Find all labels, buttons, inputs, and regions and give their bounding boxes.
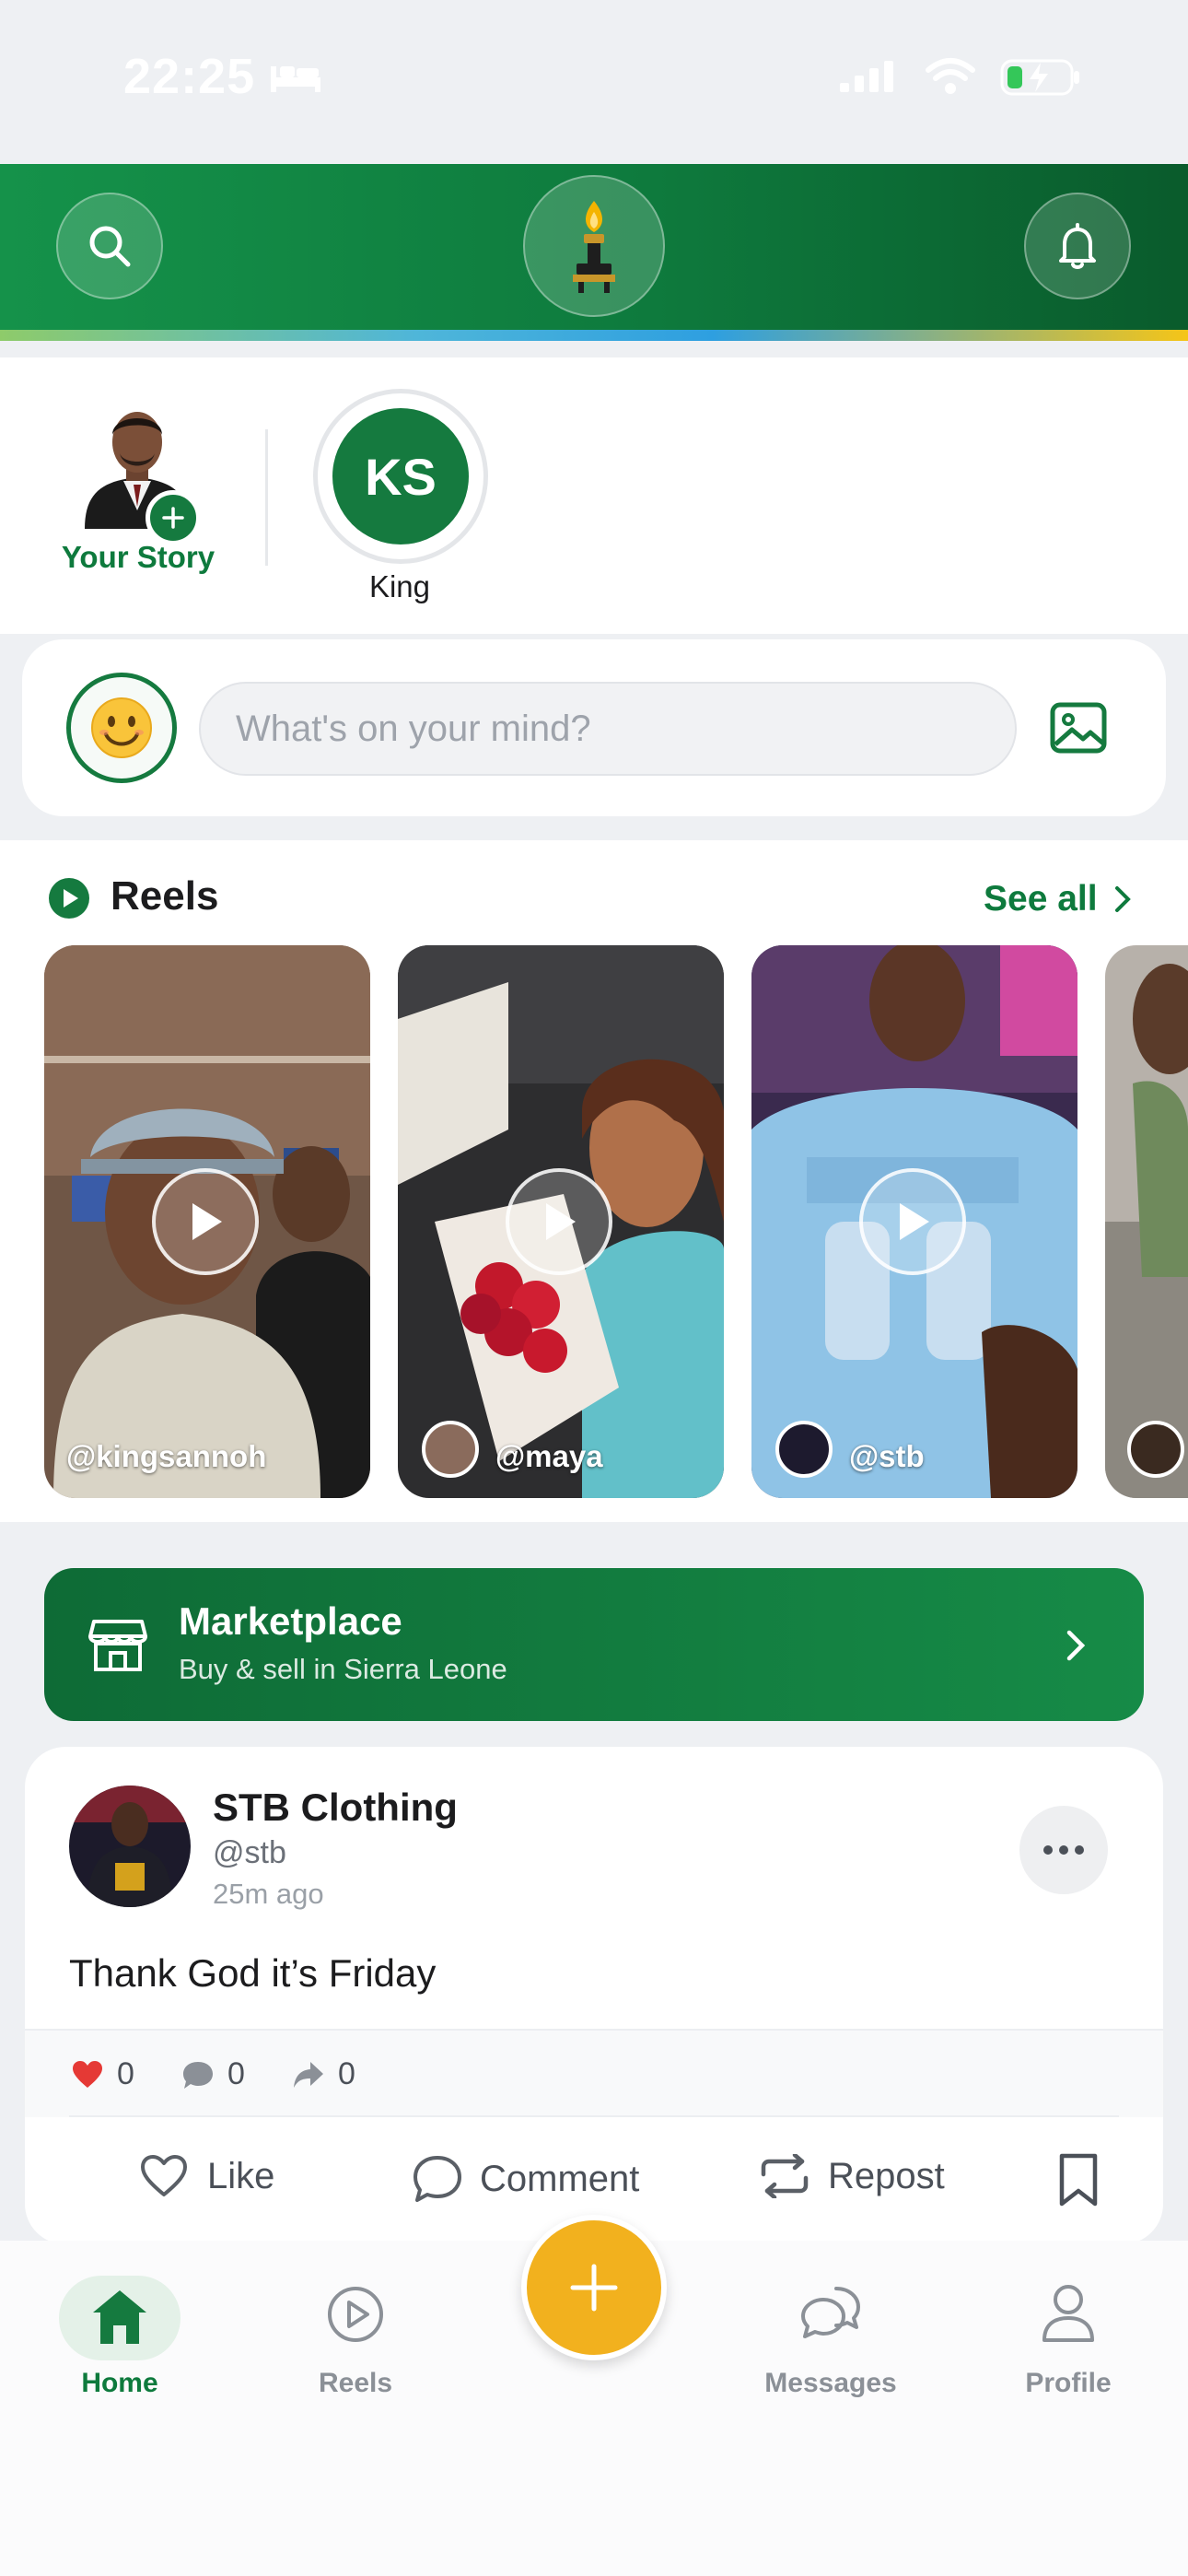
reel-card[interactable]: @maya <box>398 945 724 1498</box>
more-dots-icon <box>1043 1845 1084 1855</box>
whats-on-your-mind-input[interactable]: What's on your mind? <box>199 682 1017 776</box>
notifications-button[interactable] <box>1024 193 1131 299</box>
status-bar: 22:25 <box>0 0 1188 164</box>
comments-count: 0 <box>227 2056 245 2091</box>
nav-reels-label: Reels <box>318 2368 393 2398</box>
plus-icon <box>570 2264 618 2312</box>
reel-play-button[interactable] <box>506 1168 612 1275</box>
nav-profile[interactable]: Profile <box>976 2276 1160 2405</box>
reel-thumbnail <box>1105 945 1188 1498</box>
play-circle-icon <box>328 2287 383 2342</box>
bookmark-icon[interactable] <box>1058 2152 1099 2207</box>
repost-icon <box>761 2154 809 2198</box>
likes-count: 0 <box>117 2056 134 2091</box>
nav-reels[interactable]: Reels <box>263 2276 448 2405</box>
bell-icon <box>1059 223 1096 269</box>
repost-button[interactable]: Repost <box>758 2154 945 2198</box>
torch-logo-icon <box>573 201 615 293</box>
comment-outline-icon <box>413 2156 461 2202</box>
nav-messages-label: Messages <box>764 2368 897 2398</box>
stories-divider <box>265 429 268 566</box>
home-icon <box>93 2290 146 2344</box>
like-label: Like <box>207 2155 275 2196</box>
post-body: Thank God it’s Friday <box>69 1951 437 1995</box>
reel-play-button[interactable] <box>859 1168 966 1275</box>
play-icon <box>192 1203 222 1240</box>
reels-title: Reels <box>111 873 219 919</box>
post-author-handle: @stb <box>213 1835 286 1870</box>
repost-label: Repost <box>828 2155 945 2196</box>
post-timestamp: 25m ago <box>213 1878 324 1910</box>
story-king-label: King <box>368 569 431 603</box>
see-all-reels-link[interactable]: See all <box>984 879 1133 919</box>
sleep-bed-icon <box>271 66 320 92</box>
battery-charging-icon <box>1000 59 1079 96</box>
reel-card[interactable] <box>1105 945 1188 1498</box>
reel-handle: @maya <box>495 1439 603 1473</box>
stories-row: Your Story KS King <box>0 357 1188 634</box>
your-story[interactable]: Your Story <box>46 394 217 597</box>
search-button[interactable] <box>56 193 163 299</box>
post-stats-row: 0 0 0 <box>25 2029 1163 2117</box>
comment-button[interactable]: Comment <box>412 2154 639 2204</box>
search-icon <box>89 226 131 267</box>
reel-user-avatar <box>422 1421 479 1478</box>
app-header <box>0 164 1188 330</box>
plus-icon <box>162 507 184 529</box>
header-accent-stripe <box>0 330 1188 341</box>
heart-filled-icon <box>73 2061 102 2088</box>
marketplace-banner[interactable]: Marketplace Buy & sell in Sierra Leone <box>44 1568 1144 1721</box>
see-all-label: See all <box>984 879 1098 919</box>
smiley-emoji-icon <box>91 697 152 758</box>
reel-handle: @stb <box>849 1439 925 1473</box>
messages-icon <box>801 2287 860 2338</box>
wifi-icon <box>926 58 975 94</box>
post-card: STB Clothing @stb 25m ago Thank God it’s… <box>25 1747 1163 2244</box>
marketplace-subtitle: Buy & sell in Sierra Leone <box>179 1653 507 1685</box>
nav-profile-label: Profile <box>1025 2368 1112 2398</box>
mood-button[interactable] <box>66 673 177 783</box>
image-upload-icon[interactable] <box>1050 702 1107 754</box>
your-story-label: Your Story <box>61 540 215 574</box>
status-time: 22:25 <box>123 49 256 104</box>
chevron-right-icon <box>1114 886 1131 912</box>
post-author-name[interactable]: STB Clothing <box>213 1786 458 1830</box>
reel-user-avatar <box>775 1421 833 1478</box>
chevron-right-icon <box>1066 1630 1086 1661</box>
storefront-icon <box>88 1620 147 1671</box>
post-author-avatar[interactable] <box>69 1786 191 1907</box>
app-logo-button[interactable] <box>523 175 665 317</box>
reel-handle: @kingsannoh <box>66 1439 267 1473</box>
story-ring: KS <box>313 389 488 564</box>
marketplace-title: Marketplace <box>179 1599 402 1643</box>
reel-card[interactable]: @stb <box>751 945 1077 1498</box>
reels-play-icon <box>49 878 89 919</box>
bottom-navigation: Home Reels Messages Profile <box>0 2215 1188 2576</box>
nav-home[interactable]: Home <box>28 2276 212 2405</box>
reel-card[interactable]: @kingsannoh <box>44 945 370 1498</box>
cellular-signal-icon <box>840 61 893 92</box>
post-divider <box>69 2115 1119 2117</box>
reel-user-avatar <box>1127 1421 1184 1478</box>
like-button[interactable]: Like <box>139 2154 274 2198</box>
heart-outline-icon <box>141 2155 187 2196</box>
post-more-button[interactable] <box>1019 1806 1108 1894</box>
play-icon <box>900 1203 929 1240</box>
story-initials-avatar: KS <box>332 408 469 544</box>
nav-messages[interactable]: Messages <box>739 2276 923 2405</box>
share-arrow-icon <box>294 2062 323 2088</box>
create-post-button[interactable] <box>521 2215 667 2360</box>
nav-home-label: Home <box>81 2368 158 2398</box>
post-composer: What's on your mind? <box>22 639 1166 816</box>
reels-section: Reels See all @kingsannoh @maya @stb <box>0 840 1188 1522</box>
shares-count: 0 <box>338 2056 355 2091</box>
add-story-button[interactable] <box>146 490 201 545</box>
comment-filled-icon <box>183 2062 213 2089</box>
story-king[interactable]: KS King <box>309 389 490 619</box>
play-icon <box>546 1203 576 1240</box>
profile-icon <box>1042 2285 1094 2342</box>
comment-label: Comment <box>480 2158 640 2199</box>
reel-play-button[interactable] <box>152 1168 259 1275</box>
